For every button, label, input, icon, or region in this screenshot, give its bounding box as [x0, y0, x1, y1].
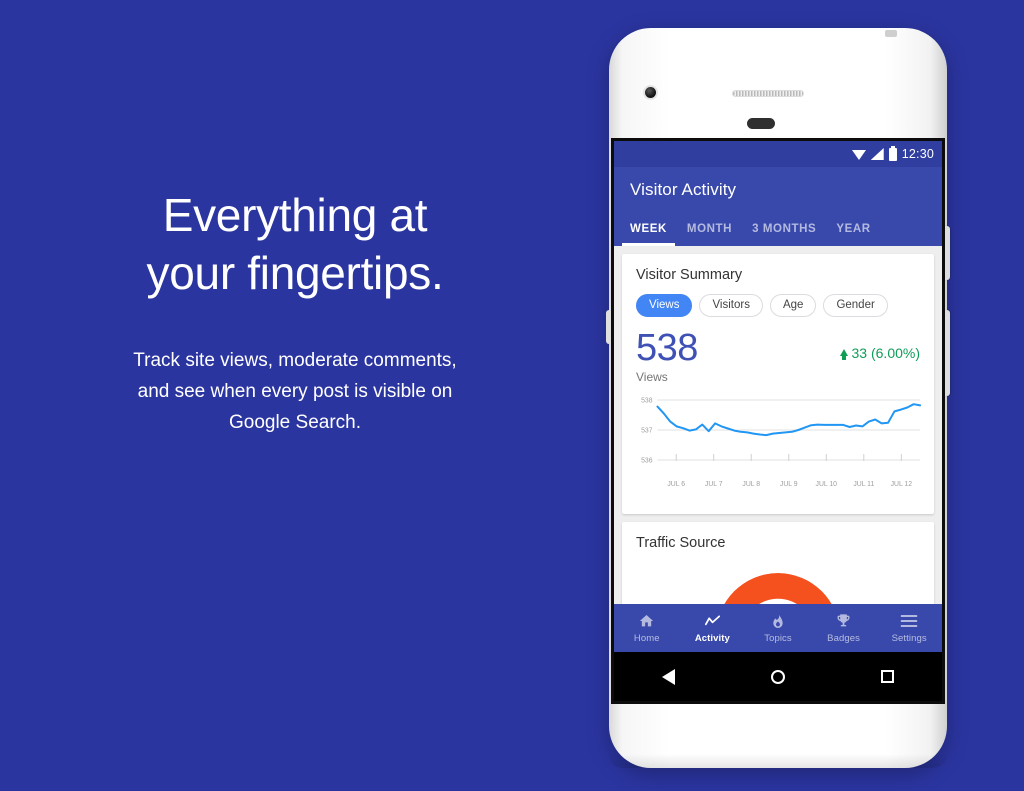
visitor-summary-title: Visitor Summary [636, 267, 743, 283]
metric-row: 538 Views 33 (6.00%) [622, 317, 934, 384]
hamburger-menu-icon [876, 613, 942, 630]
sim-tray [606, 310, 610, 344]
bottom-navigation: Home Activity Topics Badges Settings [614, 604, 942, 652]
promo-headline-line-2: your fingertips. [146, 247, 444, 299]
app-bar: Visitor Activity WEEK MONTH 3 MONTHS YEA… [614, 167, 942, 246]
bottom-nav-settings[interactable]: Settings [876, 613, 942, 644]
svg-text:JUL 8: JUL 8 [742, 481, 760, 488]
bottom-nav-home[interactable]: Home [614, 613, 680, 644]
metric-caption: Views [636, 370, 668, 384]
triangle-back-icon[interactable] [662, 668, 675, 685]
phone-mockup: 12:30 Visitor Activity WEEK MONTH 3 MONT… [585, 28, 957, 768]
phone-screen: 12:30 Visitor Activity WEEK MONTH 3 MONT… [614, 141, 942, 701]
views-chart-svg: 536 537 538 [641, 397, 922, 465]
chart-gridlines [657, 399, 921, 461]
svg-text:JUL 6: JUL 6 [667, 481, 685, 488]
wifi-icon [851, 149, 866, 160]
phone-antenna-nub [885, 30, 897, 37]
metric-delta: 33 (6.00%) [839, 328, 920, 361]
chart-x-tick-labels: JUL 6 JUL 7 JUL 8 JUL 9 JUL 10 JUL 11 JUL 12 [667, 481, 912, 488]
svg-text:JUL 9: JUL 9 [780, 481, 798, 488]
home-icon [614, 613, 680, 630]
square-recents-icon[interactable] [881, 670, 894, 683]
svg-text:JUL 10: JUL 10 [816, 481, 838, 488]
bottom-nav-topics[interactable]: Topics [745, 613, 811, 644]
page-title: Visitor Activity [630, 180, 737, 199]
bottom-nav-badges[interactable]: Badges [811, 613, 877, 644]
svg-text:536: 536 [641, 457, 653, 464]
status-bar: 12:30 [614, 141, 942, 167]
views-line-chart: 536 537 538 JUL 6 JUL 7 JUL 8 JUL 9 JUL 10 JUL … [622, 384, 934, 514]
status-bar-clock: 12:30 [901, 147, 934, 161]
promo-subtext-line-3: Google Search. [228, 412, 362, 433]
tab-year[interactable]: YEAR [826, 214, 880, 246]
svg-text:JUL 11: JUL 11 [853, 481, 874, 488]
promo-subtext-line-1: Track site views, moderate comments, [133, 350, 457, 371]
android-navigation-bar [614, 652, 942, 701]
tab-3-months[interactable]: 3 MONTHS [742, 214, 826, 246]
metric-delta-text: 33 (6.00%) [851, 345, 920, 361]
arrow-up-icon [839, 348, 848, 360]
bottom-nav-settings-label: Settings [891, 632, 927, 644]
signal-icon [870, 148, 884, 160]
bottom-nav-badges-label: Badges [827, 632, 860, 644]
metric-block: 538 Views [636, 328, 698, 384]
traffic-source-title: Traffic Source [636, 535, 726, 551]
promo-subtext: Track site views, moderate comments, and… [0, 345, 590, 438]
front-camera-icon [643, 85, 658, 100]
screen-bezel: 12:30 Visitor Activity WEEK MONTH 3 MONT… [611, 138, 945, 704]
visitor-summary-card: Visitor Summary Views Visitors Age Gende… [622, 254, 934, 514]
content-area: Visitor Summary Views Visitors Age Gende… [614, 246, 942, 621]
svg-text:538: 538 [641, 397, 653, 404]
svg-text:JUL 7: JUL 7 [705, 481, 723, 488]
promo-block: Everything at your fingertips. Track sit… [0, 186, 590, 438]
promo-subtext-line-2: and see when every post is visible on [137, 381, 453, 402]
sensor-pill-icon [747, 118, 775, 129]
svg-text:537: 537 [641, 427, 653, 434]
earpiece-speaker-icon [732, 90, 804, 97]
promo-headline: Everything at your fingertips. [0, 186, 590, 302]
circle-home-icon[interactable] [771, 669, 785, 684]
chart-axis-labels-svg: JUL 6 JUL 7 JUL 8 JUL 9 JUL 10 JUL 11 JUL 12 [667, 481, 912, 488]
chip-visitors[interactable]: Visitors [699, 294, 763, 317]
battery-icon [888, 145, 897, 161]
bottom-nav-activity-label: Activity [694, 632, 730, 644]
activity-chart-icon [680, 613, 746, 630]
chip-gender[interactable]: Gender [823, 294, 888, 317]
tab-bar: WEEK MONTH 3 MONTHS YEAR [614, 214, 942, 246]
tab-week[interactable]: WEEK [620, 214, 677, 246]
svg-text:JUL 12: JUL 12 [891, 481, 913, 488]
trophy-icon [811, 613, 877, 630]
chip-age[interactable]: Age [769, 294, 817, 317]
tab-month[interactable]: MONTH [677, 214, 742, 246]
bottom-nav-topics-label: Topics [764, 632, 792, 644]
metric-value: 538 [636, 327, 698, 369]
flame-icon [745, 613, 811, 630]
promo-headline-line-1: Everything at [162, 189, 428, 241]
chip-views[interactable]: Views [636, 294, 693, 317]
bottom-nav-activity[interactable]: Activity [680, 613, 746, 644]
metric-chip-group: Views Visitors Age Gender [622, 283, 934, 317]
bottom-nav-home-label: Home [633, 632, 660, 644]
